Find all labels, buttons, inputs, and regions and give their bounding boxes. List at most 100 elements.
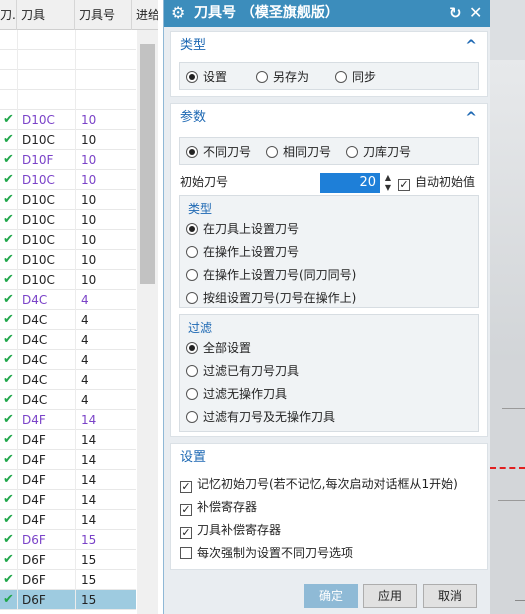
table-row[interactable]: [0, 50, 136, 70]
tool-number-cell[interactable]: 15: [75, 570, 132, 590]
tool-number-cell[interactable]: 14: [75, 410, 132, 430]
tool-number-cell[interactable]: 10: [75, 250, 132, 270]
tool-number-cell[interactable]: 10: [75, 150, 132, 170]
tool-number-cell[interactable]: 14: [75, 490, 132, 510]
tool-number-cell[interactable]: 14: [75, 430, 132, 450]
table-row[interactable]: ✔ D4C 4: [0, 350, 136, 370]
checkbox-comp-register-box[interactable]: ✓: [180, 504, 192, 516]
radio-save-as[interactable]: 另存为: [256, 67, 309, 87]
radio-magazine-number-indicator[interactable]: [346, 146, 358, 158]
table-row[interactable]: ✔ D4C 4: [0, 370, 136, 390]
table-row[interactable]: ✔ D6F 15: [0, 550, 136, 570]
table-row[interactable]: ✔ D4C 4: [0, 290, 136, 310]
tool-number-cell[interactable]: 10: [75, 230, 132, 250]
table-row[interactable]: ✔ D4F 14: [0, 450, 136, 470]
table-row[interactable]: ✔ D10C 10: [0, 130, 136, 150]
table-row[interactable]: ✔ D4C 4: [0, 390, 136, 410]
tool-cell[interactable]: D4C: [17, 330, 75, 350]
table-row[interactable]: ✔ D10C 10: [0, 170, 136, 190]
table-row[interactable]: [0, 90, 136, 110]
table-row[interactable]: [0, 30, 136, 50]
table-row[interactable]: ✔ D4C 4: [0, 310, 136, 330]
table-row[interactable]: ✔ D4F 14: [0, 510, 136, 530]
radio-magazine-number[interactable]: 刀库刀号: [346, 142, 411, 162]
table-row[interactable]: ✔ D4F 14: [0, 490, 136, 510]
table-row[interactable]: ✔ D6F 15: [0, 530, 136, 550]
radio-assign-on-operation-indicator[interactable]: [186, 246, 198, 258]
checkbox-comp-register[interactable]: ✓ 补偿寄存器: [180, 497, 257, 517]
radio-filter-all[interactable]: 全部设置: [186, 338, 251, 358]
tool-cell[interactable]: D10C: [17, 170, 75, 190]
tool-cell[interactable]: D4C: [17, 310, 75, 330]
col-header-tool-number[interactable]: 刀具号: [75, 0, 132, 30]
col-header-feed[interactable]: 进给: [132, 0, 158, 30]
table-row[interactable]: ✔ D6F 15: [0, 590, 136, 610]
table-row[interactable]: [0, 70, 136, 90]
tool-number-cell[interactable]: 4: [75, 310, 132, 330]
checkbox-remember-start[interactable]: ✓ 记忆初始刀号(若不记忆,每次启动对话框从1开始): [180, 474, 458, 494]
radio-sync-indicator[interactable]: [335, 71, 347, 83]
apply-button[interactable]: 应用: [363, 584, 417, 608]
tool-number-cell[interactable]: 10: [75, 130, 132, 150]
table-row[interactable]: ✔ D4C 4: [0, 330, 136, 350]
graphics-viewport[interactable]: [490, 0, 525, 614]
tool-number-cell[interactable]: 14: [75, 510, 132, 530]
collapse-caret-icon[interactable]: ^: [465, 107, 477, 129]
radio-assign-on-tool-indicator[interactable]: [186, 223, 198, 235]
scrollbar-thumb[interactable]: [140, 44, 155, 284]
tool-number-cell[interactable]: 4: [75, 390, 132, 410]
tool-cell[interactable]: D10C: [17, 270, 75, 290]
checkbox-tool-comp-register-box[interactable]: ✓: [180, 527, 192, 539]
auto-start-checkbox[interactable]: ✓ 自动初始值: [398, 172, 475, 192]
tool-cell[interactable]: D10C: [17, 230, 75, 250]
radio-set[interactable]: 设置: [186, 67, 227, 87]
tool-cell[interactable]: D4C: [17, 370, 75, 390]
tool-number-cell[interactable]: 4: [75, 370, 132, 390]
close-icon[interactable]: ✕: [469, 2, 482, 24]
radio-filter-all-indicator[interactable]: [186, 342, 198, 354]
radio-assign-on-tool[interactable]: 在刀具上设置刀号: [186, 219, 299, 239]
table-row[interactable]: ✔ D10C 10: [0, 270, 136, 290]
radio-assign-by-group-indicator[interactable]: [186, 292, 198, 304]
tool-cell[interactable]: D10C: [17, 250, 75, 270]
table-row[interactable]: ✔ D4F 14: [0, 470, 136, 490]
radio-set-indicator[interactable]: [186, 71, 198, 83]
tool-cell[interactable]: D4F: [17, 470, 75, 490]
radio-assign-on-operation-same[interactable]: 在操作上设置刀号(同刀同号): [186, 265, 356, 285]
tool-cell[interactable]: D10C: [17, 210, 75, 230]
table-row[interactable]: ✔ D6F 15: [0, 570, 136, 590]
tool-number-cell[interactable]: 4: [75, 330, 132, 350]
table-row[interactable]: ✔ D10F 10: [0, 150, 136, 170]
auto-start-checkbox-box[interactable]: ✓: [398, 179, 410, 191]
tool-cell[interactable]: D4F: [17, 410, 75, 430]
tool-cell[interactable]: D4C: [17, 350, 75, 370]
tool-cell[interactable]: D10F: [17, 150, 75, 170]
table-row[interactable]: ✔ D10C 10: [0, 230, 136, 250]
radio-save-as-indicator[interactable]: [256, 71, 268, 83]
table-row[interactable]: ✔ D10C 10: [0, 190, 136, 210]
radio-filter-no-op-indicator[interactable]: [186, 388, 198, 400]
tool-number-cell[interactable]: 15: [75, 530, 132, 550]
tool-cell[interactable]: D4F: [17, 490, 75, 510]
ok-button[interactable]: 确定: [304, 584, 358, 608]
tool-cell[interactable]: D4C: [17, 290, 75, 310]
table-scrollbar[interactable]: [137, 30, 158, 614]
settings-section-header[interactable]: 设置: [171, 444, 487, 472]
tool-cell[interactable]: D10C: [17, 110, 75, 130]
radio-same-number-indicator[interactable]: [266, 146, 278, 158]
radio-filter-numbered[interactable]: 过滤已有刀号刀具: [186, 361, 299, 381]
tool-number-cell[interactable]: 14: [75, 450, 132, 470]
radio-filter-numbered-indicator[interactable]: [186, 365, 198, 377]
radio-filter-numbered-no-op[interactable]: 过滤有刀号及无操作刀具: [186, 407, 335, 427]
tool-number-cell[interactable]: 4: [75, 350, 132, 370]
checkbox-remember-start-box[interactable]: ✓: [180, 481, 192, 493]
radio-filter-numbered-no-op-indicator[interactable]: [186, 411, 198, 423]
tool-cell[interactable]: D6F: [17, 550, 75, 570]
tool-number-cell[interactable]: 15: [75, 550, 132, 570]
tool-number-cell[interactable]: 10: [75, 190, 132, 210]
table-row[interactable]: ✔ D4F 14: [0, 410, 136, 430]
tool-number-cell[interactable]: 15: [75, 590, 132, 610]
col-header-tool[interactable]: 刀具: [17, 0, 75, 30]
radio-filter-no-op[interactable]: 过滤无操作刀具: [186, 384, 287, 404]
checkbox-tool-comp-register[interactable]: ✓ 刀具补偿寄存器: [180, 520, 281, 540]
